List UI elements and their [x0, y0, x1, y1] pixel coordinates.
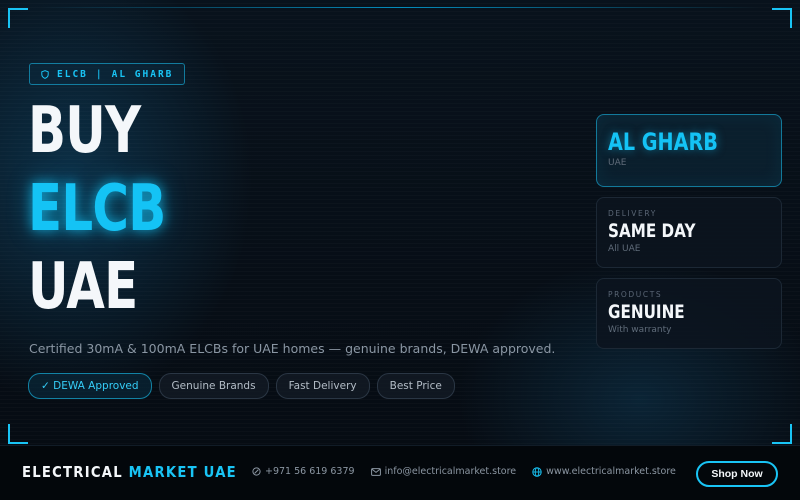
products-card-title: GENUINE: [608, 301, 685, 323]
top-glow-line: [40, 7, 760, 8]
badge-separator: |: [95, 68, 104, 80]
delivery-card-label: DELIVERY: [608, 209, 657, 218]
location-card-sub: UAE: [608, 158, 627, 168]
contact-info: +971 56 619 6379 info@electricalmarket.s…: [252, 466, 676, 477]
brand-name-primary: ELECTRICAL: [22, 463, 123, 481]
brand-name-accent: MARKET UAE: [128, 463, 237, 481]
badge-category: ELCB: [57, 68, 88, 80]
headline-line-2: ELCB: [28, 172, 166, 246]
shield-icon: [41, 69, 49, 79]
phone-icon: [252, 467, 261, 476]
contact-email: info@electricalmarket.store: [370, 466, 517, 477]
corner-bracket-top-right: [772, 8, 792, 28]
delivery-card-sub: All UAE: [608, 244, 641, 254]
badge-location: AL GHARB: [111, 68, 174, 80]
feature-pills: ✓ DEWA Approved Genuine Brands Fast Deli…: [28, 373, 455, 399]
website-text[interactable]: www.electricalmarket.store: [546, 466, 676, 477]
headline-line-3: UAE: [28, 250, 138, 324]
headline-line-1: BUY: [28, 94, 141, 168]
globe-icon: [532, 466, 542, 477]
hero-description: Certified 30mA & 100mA ELCBs for UAE hom…: [29, 341, 556, 356]
location-card-title: AL GHARB: [608, 128, 718, 156]
hero-banner: ELCB | AL GHARB BUY ELCB UAE Certified 3…: [0, 0, 800, 500]
shop-now-button[interactable]: Shop Now: [696, 461, 778, 487]
products-card-label: PRODUCTS: [608, 290, 663, 299]
feature-pill-best-price: Best Price: [376, 373, 455, 399]
corner-bracket-bottom-left: [8, 424, 28, 444]
brand-logo: ELECTRICAL MARKET UAE: [22, 463, 237, 481]
feature-pill-dewa-approved: ✓ DEWA Approved: [28, 373, 152, 399]
products-card: PRODUCTS GENUINE With warranty: [596, 278, 782, 349]
email-text[interactable]: info@electricalmarket.store: [385, 466, 517, 477]
feature-pill-fast-delivery: Fast Delivery: [275, 373, 370, 399]
info-cards: AL GHARB UAE DELIVERY SAME DAY All UAE P…: [596, 114, 782, 359]
contact-phone: +971 56 619 6379: [252, 466, 355, 477]
footer-bar: ELECTRICAL MARKET UAE +971 56 619 6379 i…: [0, 445, 800, 500]
feature-pill-genuine-brands: Genuine Brands: [158, 373, 269, 399]
contact-website: www.electricalmarket.store: [532, 466, 676, 477]
mail-icon: [370, 467, 381, 476]
location-card: AL GHARB UAE: [596, 114, 782, 187]
corner-bracket-bottom-right: [772, 424, 792, 444]
delivery-card: DELIVERY SAME DAY All UAE: [596, 197, 782, 268]
phone-text[interactable]: +971 56 619 6379: [265, 466, 355, 477]
corner-bracket-top-left: [8, 8, 28, 28]
category-badge: ELCB | AL GHARB: [29, 63, 186, 85]
headline: BUY ELCB UAE: [28, 92, 166, 326]
delivery-card-title: SAME DAY: [608, 220, 696, 242]
products-card-sub: With warranty: [608, 325, 672, 335]
